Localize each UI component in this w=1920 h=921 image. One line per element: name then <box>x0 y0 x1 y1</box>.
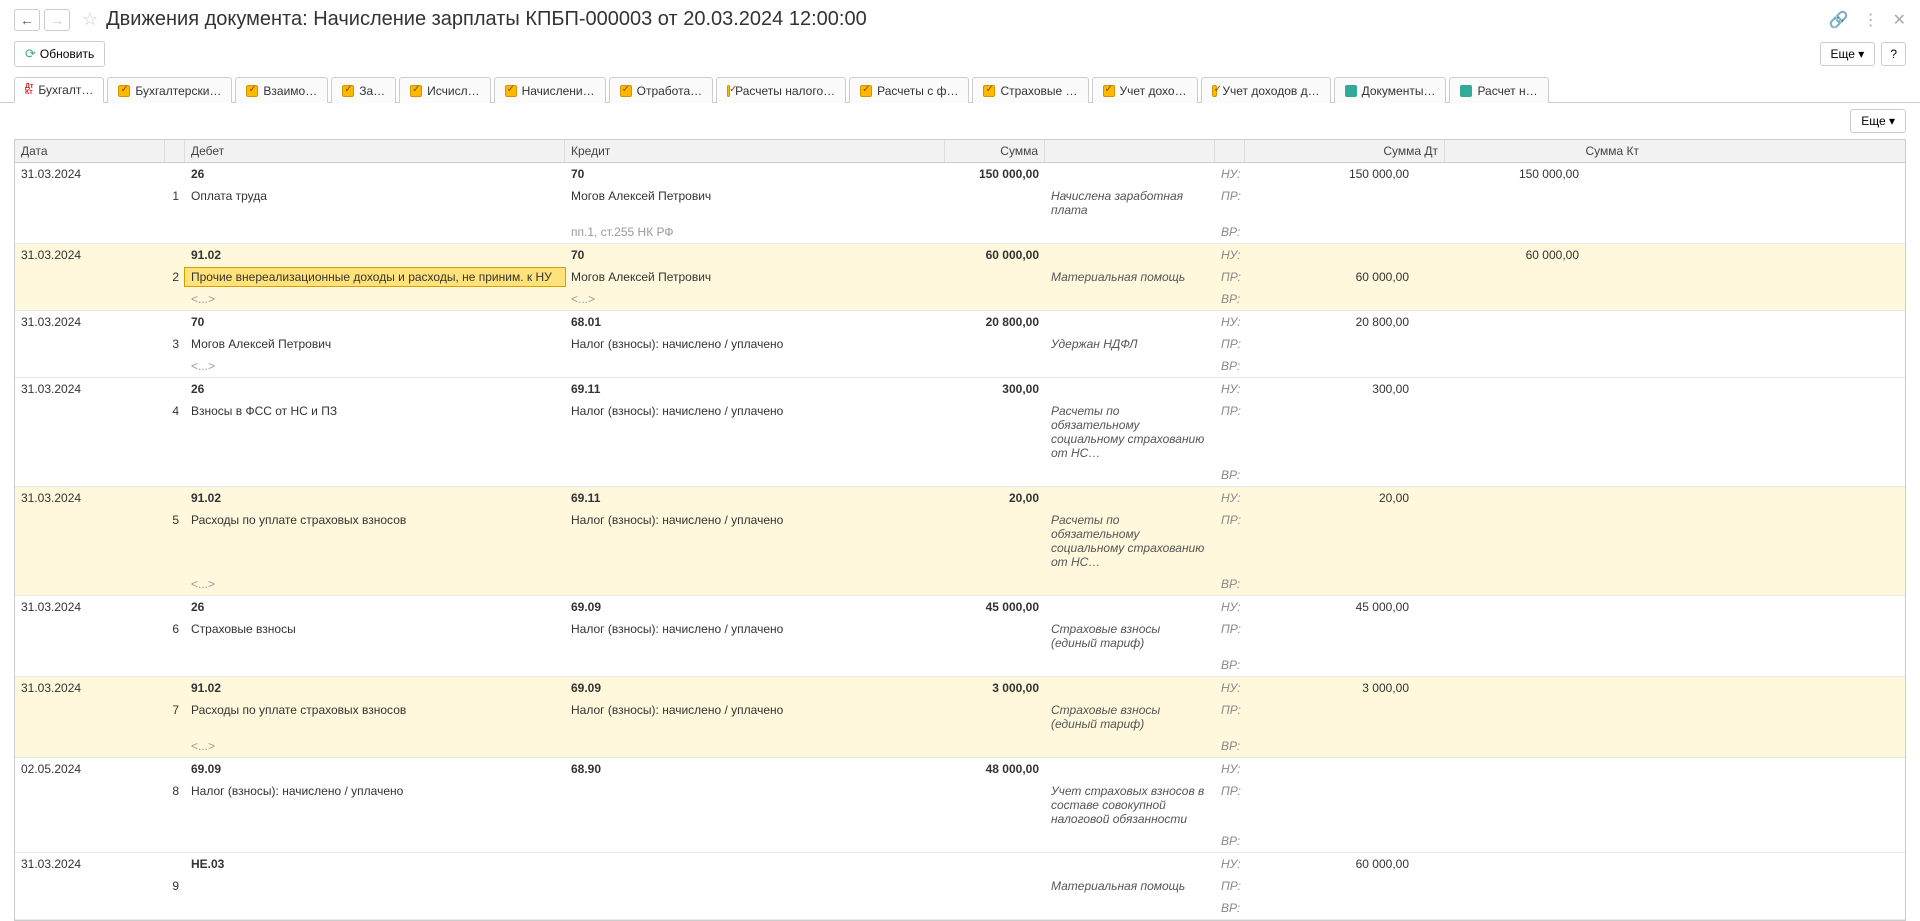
table-row[interactable]: 31.03.20242669.0945 000,00НУ:45 000,006С… <box>15 596 1905 677</box>
link-icon[interactable]: 🔗 <box>1829 10 1849 30</box>
tab-5[interactable]: Начислени… <box>494 77 606 103</box>
refresh-icon: ⟳ <box>25 46 36 62</box>
tab-label: Начислени… <box>522 84 595 98</box>
col-sum-dt[interactable]: Сумма Дт <box>1245 140 1445 162</box>
tab-label: Отработа… <box>637 84 703 98</box>
tab-icon <box>505 85 517 97</box>
col-credit[interactable]: Кредит <box>565 140 945 162</box>
favorite-icon[interactable]: ☆ <box>82 9 98 30</box>
page-title: Движения документа: Начисление зарплаты … <box>106 8 1815 31</box>
tab-icon <box>342 85 354 97</box>
main-toolbar: ⟳ Обновить Еще ▾ ? <box>0 37 1920 77</box>
tab-label: Бухгалт… <box>38 83 93 97</box>
window-header: ← → ☆ Движения документа: Начисление зар… <box>0 0 1920 37</box>
tab-3[interactable]: За… <box>331 77 396 103</box>
tab-label: Документы… <box>1362 84 1436 98</box>
tab-label: За… <box>359 84 385 98</box>
tab-icon <box>118 85 130 97</box>
tab-icon <box>410 85 422 97</box>
tab-12[interactable]: Документы… <box>1334 77 1447 103</box>
table-row[interactable]: 31.03.20247068.0120 800,00НУ:20 800,003М… <box>15 311 1905 378</box>
refresh-label: Обновить <box>40 47 94 61</box>
col-date[interactable]: Дата <box>15 140 165 162</box>
tab-8[interactable]: Расчеты с ф… <box>849 77 969 103</box>
table-row[interactable]: 02.05.202469.0968.9048 000,00НУ:8Налог (… <box>15 758 1905 853</box>
table-row[interactable]: 31.03.20242670150 000,00НУ:150 000,00150… <box>15 163 1905 244</box>
table-row[interactable]: 31.03.202491.0269.093 000,00НУ:3 000,007… <box>15 677 1905 758</box>
tab-icon: Дт Кт <box>25 84 33 96</box>
tab-1[interactable]: Бухгалтерски… <box>107 77 232 103</box>
tab-10[interactable]: Учет дохо… <box>1092 77 1198 103</box>
grid-more-button[interactable]: Еще ▾ <box>1850 109 1906 133</box>
refresh-button[interactable]: ⟳ Обновить <box>14 41 105 67</box>
tab-icon <box>727 85 730 97</box>
tab-label: Бухгалтерски… <box>135 84 221 98</box>
tab-label: Исчисл… <box>427 84 479 98</box>
tab-13[interactable]: Расчет н… <box>1449 77 1548 103</box>
tab-icon <box>1460 85 1472 97</box>
tab-icon <box>1103 85 1115 97</box>
tabs-bar: Дт Кт Бухгалт… Бухгалтерски… Взаимо… За… Исчи… <box>0 77 1920 103</box>
table-row[interactable]: 31.03.20242669.11300,00НУ:300,004Взносы … <box>15 378 1905 487</box>
tab-icon <box>1345 85 1357 97</box>
col-debit[interactable]: Дебет <box>185 140 565 162</box>
tab-icon <box>860 85 872 97</box>
col-sum[interactable]: Сумма <box>945 140 1045 162</box>
tab-label: Расчеты с ф… <box>877 84 958 98</box>
tab-icon <box>246 85 258 97</box>
grid-toolbar: Еще ▾ <box>0 102 1920 139</box>
table-row[interactable]: 31.03.2024НЕ.03НУ:60 000,009Материальная… <box>15 853 1905 920</box>
tab-4[interactable]: Исчисл… <box>399 77 490 103</box>
close-icon[interactable]: ✕ <box>1893 10 1906 30</box>
tab-label: Учет доходов д… <box>1222 84 1319 98</box>
tab-label: Взаимо… <box>263 84 317 98</box>
tab-label: Страховые … <box>1000 84 1077 98</box>
tab-11[interactable]: Учет доходов д… <box>1201 77 1331 103</box>
tab-label: Учет дохо… <box>1120 84 1187 98</box>
tab-0[interactable]: Дт Кт Бухгалт… <box>14 77 104 103</box>
tab-9[interactable]: Страховые … <box>972 77 1088 103</box>
nav-back-button[interactable]: ← <box>14 9 40 31</box>
tab-label: Расчеты налого… <box>735 84 835 98</box>
tab-2[interactable]: Взаимо… <box>235 77 328 103</box>
tab-7[interactable]: Расчеты налого… <box>716 77 846 103</box>
tab-6[interactable]: Отработа… <box>609 77 714 103</box>
tab-icon <box>1212 85 1218 97</box>
help-button[interactable]: ? <box>1881 42 1906 66</box>
tab-label: Расчет н… <box>1477 84 1537 98</box>
tab-icon <box>620 85 632 97</box>
col-sum-kt[interactable]: Сумма Кт <box>1445 140 1645 162</box>
entries-grid: Дата Дебет Кредит Сумма Сумма Дт Сумма К… <box>14 139 1906 921</box>
more-button[interactable]: Еще ▾ <box>1820 42 1876 66</box>
table-row[interactable]: 31.03.202491.027060 000,00НУ:60 000,002П… <box>15 244 1905 311</box>
kebab-icon[interactable]: ⋮ <box>1863 10 1879 30</box>
table-row[interactable]: 31.03.202491.0269.1120,00НУ:20,005Расход… <box>15 487 1905 596</box>
tab-icon <box>983 85 995 97</box>
grid-header-row: Дата Дебет Кредит Сумма Сумма Дт Сумма К… <box>15 140 1905 163</box>
nav-forward-button[interactable]: → <box>44 9 70 31</box>
